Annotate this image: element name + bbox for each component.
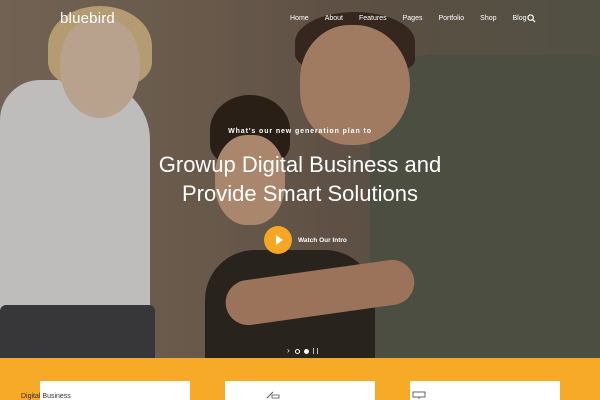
slider-dot-2[interactable]	[303, 348, 309, 354]
play-icon	[275, 235, 283, 245]
slider-controls: ›	[287, 347, 318, 355]
nav-item-portfolio[interactable]: Portfolio	[438, 15, 464, 22]
nav-item-pages[interactable]: Pages	[403, 15, 423, 22]
nav-item-about[interactable]: About	[325, 15, 343, 22]
hero-section: bluebird Home About Features Pages Portf…	[0, 0, 600, 358]
play-button[interactable]	[264, 226, 292, 254]
hero-title-line-2: Provide Smart Solutions	[182, 181, 418, 206]
hero-title-line-1: Growup Digital Business and	[158, 152, 442, 177]
watch-intro-label[interactable]: Watch Our Intro	[298, 237, 347, 244]
pause-icon[interactable]	[312, 348, 318, 354]
slider-dot-1[interactable]	[294, 348, 300, 354]
nav-item-shop[interactable]: Shop	[480, 15, 496, 22]
hero-eyebrow: What's our new generation plan to	[228, 128, 372, 135]
hero-title: Growup Digital Business and Provide Smar…	[0, 150, 600, 208]
presentation-board-icon	[412, 391, 426, 399]
nav-item-features[interactable]: Features	[359, 15, 387, 22]
nav-item-blog[interactable]: Blog	[513, 15, 527, 22]
feature-card	[410, 381, 560, 400]
main-nav: Home About Features Pages Portfolio Shop…	[290, 15, 527, 22]
site-header: bluebird Home About Features Pages Portf…	[0, 0, 600, 40]
pencil-ruler-icon	[266, 391, 280, 399]
search-icon[interactable]	[527, 14, 536, 23]
feature-title-digital-business: Digital Business	[21, 393, 71, 400]
watch-intro-button[interactable]: Watch Our Intro	[264, 226, 347, 254]
feature-card	[225, 381, 375, 400]
nav-item-home[interactable]: Home	[290, 15, 309, 22]
chevron-right-icon[interactable]: ›	[287, 347, 290, 355]
site-logo[interactable]: bluebird	[60, 10, 115, 27]
features-band: Digital Business	[0, 358, 600, 400]
